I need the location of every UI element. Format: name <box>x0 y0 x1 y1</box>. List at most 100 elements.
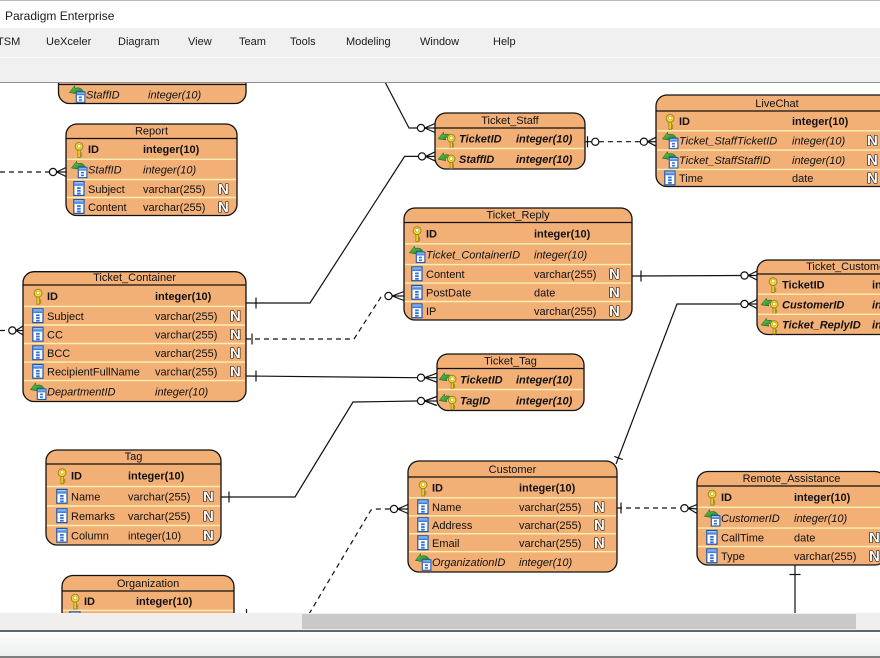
svg-text:integer(10): integer(10) <box>792 116 849 128</box>
svg-text:N: N <box>203 489 214 506</box>
svg-text:N: N <box>609 303 620 320</box>
svg-text:ID: ID <box>84 596 95 608</box>
svg-text:integer(10): integer(10) <box>872 279 880 291</box>
svg-text:Column: Column <box>71 531 109 543</box>
svg-text:ID: ID <box>71 471 82 483</box>
svg-text:N: N <box>869 530 880 547</box>
svg-text:Subject: Subject <box>47 311 84 323</box>
svg-text:varchar(255): varchar(255) <box>155 348 217 360</box>
svg-text:integer(10): integer(10) <box>516 395 573 407</box>
svg-text:date: date <box>534 288 555 300</box>
svg-text:N: N <box>230 308 241 325</box>
svg-text:N: N <box>867 152 878 169</box>
svg-text:varchar(255): varchar(255) <box>128 511 190 523</box>
svg-text:Address: Address <box>432 520 473 532</box>
svg-text:TagID: TagID <box>460 395 490 407</box>
svg-text:N: N <box>594 499 605 516</box>
svg-text:integer(10): integer(10) <box>534 229 591 241</box>
svg-text:Ticket_ReplyID: Ticket_ReplyID <box>782 320 861 332</box>
svg-text:varchar(255): varchar(255) <box>155 330 217 342</box>
svg-text:Content: Content <box>426 269 465 281</box>
svg-text:varchar(255): varchar(255) <box>128 492 190 504</box>
svg-text:ID: ID <box>679 116 690 128</box>
svg-text:varchar(255): varchar(255) <box>155 367 217 379</box>
svg-text:N: N <box>230 327 241 344</box>
svg-text:varchar(255): varchar(255) <box>143 184 205 196</box>
svg-text:N: N <box>869 548 880 565</box>
svg-text:CustomerID: CustomerID <box>782 300 844 312</box>
svg-text:DepartmentID: DepartmentID <box>47 386 116 398</box>
svg-text:integer(10): integer(10) <box>516 134 573 146</box>
svg-text:N: N <box>867 133 878 150</box>
svg-text:Ticket_Tag: Ticket_Tag <box>484 356 537 368</box>
svg-text:ID: ID <box>432 483 443 495</box>
svg-text:StaffID: StaffID <box>459 154 494 166</box>
svg-text:varchar(255): varchar(255) <box>519 538 581 550</box>
svg-text:Type: Type <box>721 551 745 563</box>
svg-text:Ticket_StaffTicketID: Ticket_StaffTicketID <box>679 136 777 148</box>
svg-text:N: N <box>594 535 605 552</box>
svg-text:Customer: Customer <box>489 464 537 476</box>
svg-text:integer(10): integer(10) <box>516 374 573 386</box>
svg-text:Time: Time <box>679 173 703 185</box>
svg-text:Ticket_ContainerID: Ticket_ContainerID <box>426 250 520 262</box>
svg-text:N: N <box>230 364 241 381</box>
svg-text:Ticket_Staff: Ticket_Staff <box>481 115 539 127</box>
svg-text:integer(10): integer(10) <box>516 154 573 166</box>
svg-text:Ticket_Container: Ticket_Container <box>93 272 176 284</box>
svg-text:StaffID: StaffID <box>88 165 122 177</box>
svg-text:integer(10): integer(10) <box>872 300 880 312</box>
svg-text:varchar(255): varchar(255) <box>155 311 217 323</box>
svg-text:LiveChat: LiveChat <box>755 98 798 110</box>
svg-text:Name: Name <box>71 492 100 504</box>
svg-text:Ticket_StaffStaffID: Ticket_StaffStaffID <box>679 155 771 167</box>
svg-text:CallTime: CallTime <box>721 533 764 545</box>
svg-text:varchar(255): varchar(255) <box>794 551 856 563</box>
svg-text:integer(10): integer(10) <box>534 250 588 262</box>
svg-text:TicketID: TicketID <box>459 134 502 146</box>
svg-text:integer(10): integer(10) <box>143 165 197 177</box>
svg-text:Tag: Tag <box>125 451 143 463</box>
svg-text:date: date <box>792 173 813 185</box>
svg-text:date: date <box>794 533 815 545</box>
svg-text:TicketID: TicketID <box>460 374 503 386</box>
svg-text:Report: Report <box>135 126 168 138</box>
svg-text:Name: Name <box>432 502 461 514</box>
svg-text:varchar(255): varchar(255) <box>143 202 205 214</box>
svg-text:StaffID: StaffID <box>86 89 120 101</box>
svg-text:N: N <box>609 285 620 302</box>
svg-text:varchar(255): varchar(255) <box>519 502 581 514</box>
svg-text:CC: CC <box>47 330 63 342</box>
svg-text:integer(10): integer(10) <box>155 291 212 303</box>
svg-text:integer(10): integer(10) <box>792 136 846 148</box>
svg-text:integer(10): integer(10) <box>143 144 200 156</box>
svg-text:integer(10): integer(10) <box>519 483 576 495</box>
svg-text:Staff: Staff <box>141 83 164 84</box>
svg-text:N: N <box>203 528 214 545</box>
svg-text:integer(10): integer(10) <box>794 513 848 525</box>
svg-text:CustomerID: CustomerID <box>721 513 780 525</box>
svg-text:integer(10): integer(10) <box>792 155 846 167</box>
svg-text:varchar(255): varchar(255) <box>534 269 596 281</box>
svg-text:ID: ID <box>88 144 99 156</box>
svg-text:Subject: Subject <box>88 184 125 196</box>
svg-text:integer(10): integer(10) <box>794 492 851 504</box>
svg-text:IP: IP <box>426 306 436 318</box>
svg-text:varchar(255): varchar(255) <box>534 306 596 318</box>
svg-text:ID: ID <box>721 492 732 504</box>
svg-text:integer(10): integer(10) <box>128 531 181 543</box>
svg-text:ID: ID <box>426 229 437 241</box>
svg-text:N: N <box>594 517 605 534</box>
svg-text:OrganizationID: OrganizationID <box>432 557 505 569</box>
svg-text:Remote_Assistance: Remote_Assistance <box>743 473 841 485</box>
svg-text:N: N <box>218 181 229 198</box>
svg-text:integer(10): integer(10) <box>155 386 209 398</box>
svg-text:integer(10): integer(10) <box>872 320 880 332</box>
svg-text:PostDate: PostDate <box>426 288 471 300</box>
svg-text:integer(10): integer(10) <box>128 471 185 483</box>
svg-text:integer(10): integer(10) <box>519 557 573 569</box>
svg-text:integer(10): integer(10) <box>136 596 193 608</box>
svg-text:Organization: Organization <box>117 578 179 590</box>
svg-text:N: N <box>230 345 241 362</box>
svg-text:Content: Content <box>88 202 127 214</box>
